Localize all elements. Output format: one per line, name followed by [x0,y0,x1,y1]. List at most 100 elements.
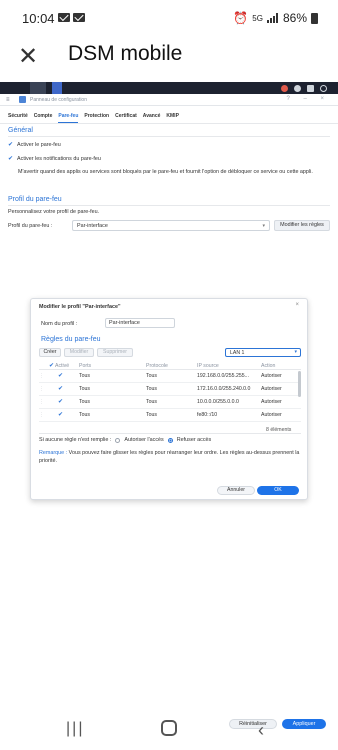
back-icon[interactable]: ‹ [258,720,264,741]
tab-avance[interactable]: Avancé [143,113,161,123]
col-action[interactable]: Action [261,363,275,369]
profile-name-label: Nom du profil : [41,321,78,327]
cell-source-ip: 10.0.0.0/255.0.0.0 [197,399,239,405]
dialog-title: Modifier le profil "Par-interface" [39,304,121,310]
divider [8,136,330,137]
create-button[interactable]: Créer [39,348,61,357]
col-source-ip[interactable]: IP source [197,363,219,369]
col-enabled[interactable]: Activé [55,363,69,369]
table-scrollbar[interactable] [298,371,301,397]
search-icon[interactable] [320,85,327,92]
drag-handle-icon[interactable]: ⋮ [39,386,44,392]
enable-firewall-checkbox[interactable]: ✔ Activer le pare-feu [8,141,61,148]
close-icon[interactable]: ✕ [18,42,38,71]
modify-rules-button[interactable]: Modifier les règles [274,220,330,231]
tab-kmip[interactable]: KMIP [166,113,179,123]
control-panel-taskbar-icon[interactable] [52,82,62,94]
col-ports[interactable]: Ports [79,363,91,369]
chevron-down-icon: ▾ [294,349,297,355]
clock: 10:04 [22,11,55,26]
cell-protocol: Tous [146,399,157,405]
profile-name-input[interactable]: Par-interface [105,318,175,328]
control-panel-icon [19,96,26,103]
cell-protocol: Tous [146,386,157,392]
cell-ports: Tous [79,399,90,405]
deny-access-label[interactable]: Refuser accès [177,437,211,443]
status-icons: ⏰ 5G 86% [233,11,318,25]
default-action-group: Si aucune règle n'est remplie : Autorise… [39,437,211,443]
col-protocol[interactable]: Protocole [146,363,168,369]
table-row[interactable]: ⋮ ✔ Tous Tous 10.0.0.0/255.0.0.0 Autoris… [39,397,301,409]
profile-selected-value: Par-interface [77,223,108,229]
notification-note: M'avertir quand des applis ou services s… [18,169,313,175]
main-menu-icon[interactable] [30,82,46,94]
cell-protocol: Tous [146,373,157,379]
window-controls[interactable]: ? – × [286,96,330,102]
profile-select[interactable]: Par-interface ▾ [72,220,270,231]
table-row[interactable]: ⋮ ✔ Tous Tous 192.168.0.0/255.255... Aut… [39,371,301,383]
profile-description: Personnalisez votre profil de pare-feu. [8,209,100,215]
tab-pare-feu[interactable]: Pare-feu [58,113,79,123]
widgets-icon[interactable] [307,85,314,92]
checkmark-icon[interactable]: ✔ [58,398,63,405]
checkmark-icon[interactable]: ✔ [58,385,63,392]
interface-select[interactable]: LAN 1 ▾ [225,348,301,357]
mail-icon [58,13,70,22]
checkmark-icon: ✔ [8,142,14,148]
network-type: 5G [252,13,263,23]
enable-firewall-label: Activer le pare-feu [17,142,61,148]
cell-ports: Tous [79,412,90,418]
cell-action: Autoriser [261,373,282,379]
apply-button[interactable]: Appliquer [282,719,326,729]
drag-handle-icon[interactable]: ⋮ [39,373,44,379]
cell-source-ip: 172.16.0.0/255.240.0.0 [197,386,251,392]
cell-source-ip: 192.168.0.0/255.255... [197,373,249,379]
deny-access-radio[interactable] [167,437,173,443]
remark-text: Vous pouvez faire glisser les règles pou… [39,450,300,464]
ok-button[interactable]: OK [257,486,299,495]
tab-securite[interactable]: Sécurité [8,113,28,123]
cell-protocol: Tous [146,412,157,418]
checkmark-icon[interactable]: ✔ [58,411,63,418]
no-rule-label: Si aucune règle n'est remplie : [39,437,112,443]
divider [39,433,301,434]
cell-ports: Tous [79,386,90,392]
tab-protection[interactable]: Protection [84,113,109,123]
cancel-button[interactable]: Annuler [217,486,255,495]
checkmark-icon: ✔ [49,363,55,369]
tab-compte[interactable]: Compte [34,113,53,123]
menu-icon[interactable]: ≡ [6,97,10,103]
cell-source-ip: fe80::/10 [197,412,218,418]
battery-icon [311,12,318,24]
drag-handle-icon[interactable]: ⋮ [39,399,44,405]
enable-notifications-checkbox[interactable]: ✔ Activer les notifications du pare-feu [8,155,101,162]
tab-certificat[interactable]: Certificat [115,113,137,123]
table-row[interactable]: ⋮ ✔ Tous Tous 172.16.0.0/255.240.0.0 Aut… [39,384,301,396]
checkmark-icon[interactable]: ✔ [58,372,63,379]
recents-icon[interactable]: ||| [66,720,84,738]
mail-icon [73,13,85,22]
modify-button[interactable]: Modifier [64,348,94,357]
cell-action: Autoriser [261,386,282,392]
battery-level: 86% [282,11,307,25]
cell-action: Autoriser [261,399,282,405]
allow-access-radio[interactable] [115,437,121,443]
chevron-down-icon: ▾ [262,223,265,229]
system-navigation-bar: ||| ‹ [0,720,338,750]
app-title: DSM mobile [68,42,183,65]
allow-access-label[interactable]: Autoriser l'accès [124,437,163,443]
divider [8,205,330,206]
window-titlebar: ≡ Panneau de configuration ? – × [0,94,338,106]
home-icon[interactable] [161,720,177,736]
delete-button[interactable]: Supprimer [97,348,133,357]
close-icon[interactable]: × [295,302,299,308]
general-section-title: Général [8,127,33,134]
remark-label: Remarque : [39,450,68,456]
reset-button[interactable]: Réinitialiser [229,719,277,729]
tab-bar: Sécurité Compte Pare-feu Protection Cert… [8,113,179,123]
user-icon[interactable] [294,85,301,92]
notification-icon[interactable] [281,85,288,92]
table-row[interactable]: ⋮ ✔ Tous Tous fe80::/10 Autoriser [39,410,301,422]
drag-handle-icon[interactable]: ⋮ [39,412,44,418]
profile-label: Profil du pare-feu : [8,223,53,229]
